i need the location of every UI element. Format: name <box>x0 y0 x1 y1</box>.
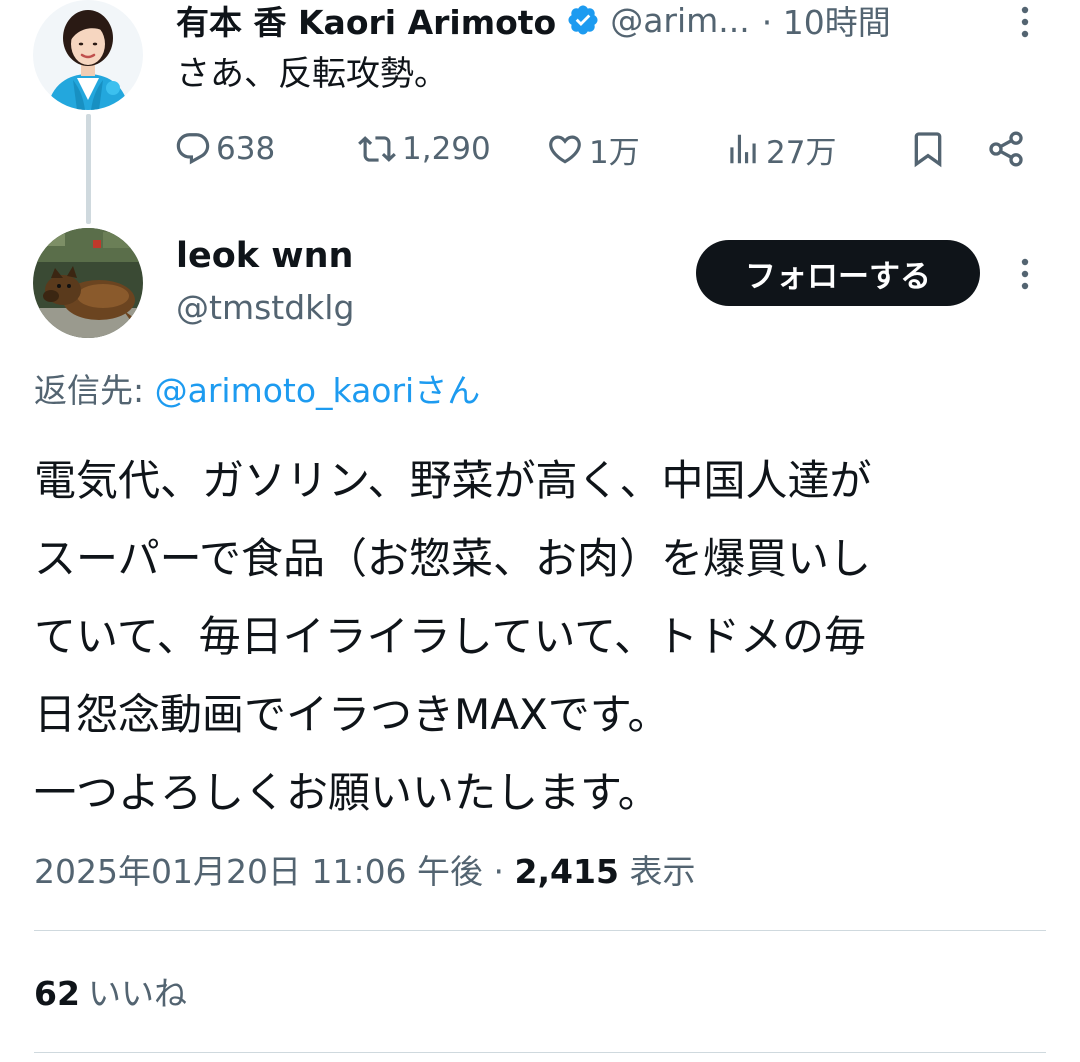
likes-count: 62 <box>34 974 80 1013</box>
replying-prefix: 返信先: <box>34 371 155 410</box>
parent-tweet-header: 有本 香 Kaori Arimoto @arim... · 10時間 <box>176 0 891 44</box>
tweet-view-label: 表示 <box>629 852 696 891</box>
like-count: 1万 <box>589 134 640 171</box>
follow-button[interactable]: フォローする <box>696 240 980 306</box>
divider <box>34 930 1046 931</box>
divider <box>34 1052 1046 1053</box>
like-action[interactable]: 1万 <box>545 124 640 174</box>
tweet-meta-line: 2025年01月20日 11:06 午後 · 2,415 表示 <box>34 844 695 900</box>
views-action[interactable]: 27万 <box>724 124 836 174</box>
thread-connector-line <box>86 114 91 224</box>
parent-author-avatar[interactable] <box>33 0 143 110</box>
more-vertical-icon[interactable] <box>1008 254 1042 294</box>
share-action[interactable] <box>986 124 1026 174</box>
bookmark-action[interactable] <box>908 124 948 174</box>
tweet-text-line: スーパーで食品（お惣菜、お肉）を爆買いし <box>34 534 872 583</box>
views-chart-icon <box>730 134 756 164</box>
parent-author-handle[interactable]: @arim... <box>610 1 750 40</box>
tweet-text-line: 電気代、ガソリン、野菜が高く、中国人達が <box>34 456 872 505</box>
parent-tweet-text: さあ、反転攻勢。 <box>176 54 448 94</box>
meta-separator: · <box>493 852 505 891</box>
repost-count: 1,290 <box>402 131 491 167</box>
heart-icon <box>549 135 581 164</box>
reply-author-avatar[interactable] <box>33 228 143 338</box>
likes-summary[interactable]: 62 いいね <box>34 966 187 1022</box>
tweet-text-line: ていて、毎日イライラしていて、トドメの毎 <box>34 612 867 661</box>
tweet-view-count: 2,415 <box>514 852 619 891</box>
repost-icon <box>358 136 396 162</box>
reply-action[interactable]: 638 <box>174 124 275 174</box>
reply-icon <box>176 133 210 165</box>
replying-mention-link[interactable]: @arimoto_kaori <box>155 371 415 410</box>
tweet-timestamp[interactable]: 2025年01月20日 11:06 午後 <box>34 852 483 891</box>
reply-author-name[interactable]: leok wnn <box>176 232 353 280</box>
verified-badge-icon <box>568 5 598 35</box>
reply-author-handle[interactable]: @tmstdklg <box>176 284 354 332</box>
tweet-text-line: 日怨念動画でイラつきMAXです。 <box>34 690 670 739</box>
tweet-text-line: 一つよろしくお願いいたします。 <box>34 768 660 817</box>
replying-suffix[interactable]: さん <box>414 371 480 410</box>
share-icon <box>989 131 1023 167</box>
reply-count: 638 <box>216 131 276 167</box>
repost-action[interactable]: 1,290 <box>356 124 491 174</box>
likes-label: いいね <box>87 974 187 1013</box>
parent-tweet-time[interactable]: · 10時間 <box>762 0 891 44</box>
replying-to-line: 返信先: @arimoto_kaoriさん <box>34 366 480 416</box>
views-count: 27万 <box>766 134 837 171</box>
reply-tweet-text: 電気代、ガソリン、野菜が高く、中国人達が スーパーで食品（お惣菜、お肉）を爆買い… <box>34 442 1046 832</box>
bookmark-icon <box>914 132 942 168</box>
parent-author-name[interactable]: 有本 香 Kaori Arimoto <box>176 0 556 44</box>
more-vertical-icon[interactable] <box>1008 2 1042 42</box>
